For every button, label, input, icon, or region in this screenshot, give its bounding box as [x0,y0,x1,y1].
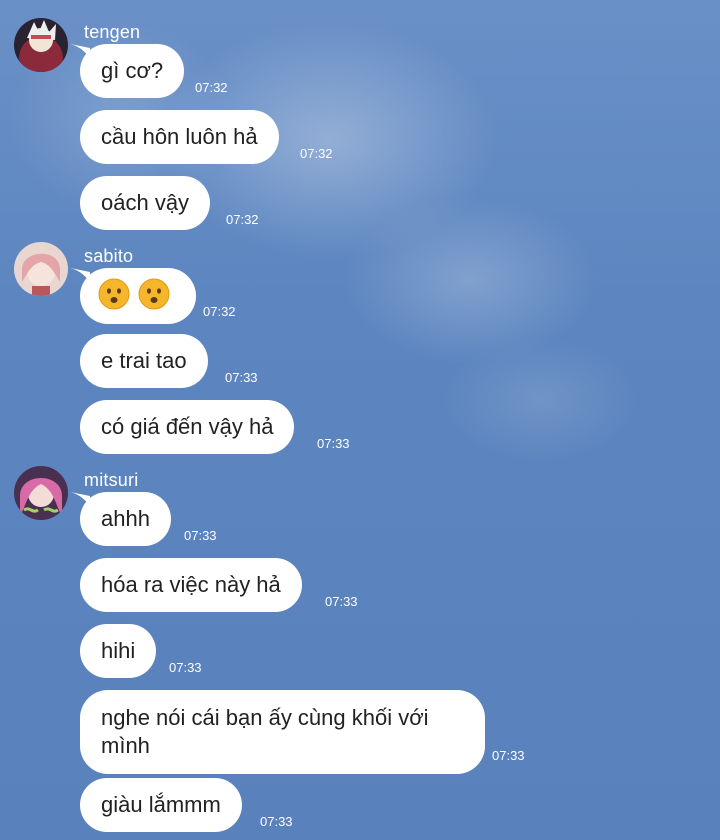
sender-name: mitsuri [84,470,139,490]
message-time: 07:33 [492,748,525,763]
message-bubble[interactable]: ahhh [80,492,171,546]
message-bubble[interactable]: e trai tao [80,334,208,388]
message-bubble[interactable]: oách vậy [80,176,211,230]
message-time: 07:33 [325,594,358,609]
message-bubble[interactable]: có giá đến vậy hả [80,400,295,454]
emoji-message-bubble[interactable] [80,268,196,324]
message-bubble[interactable]: giàu lắmmm [80,778,242,832]
avatar-mitsuri[interactable] [14,466,68,520]
avatar-sabito[interactable] [14,242,68,296]
message-time: 07:32 [195,80,228,95]
message-bubble[interactable]: hihi [80,624,157,678]
sender-name: sabito [84,246,134,266]
frowning-face-emoji [138,278,170,310]
message-bubble[interactable]: cầu hôn luôn hả [80,110,279,164]
message-bubble[interactable]: nghe nói cái bạn ấy cùng khối với mình [80,690,485,774]
message-bubble[interactable]: gì cơ? [80,44,185,98]
message-time: 07:33 [169,660,202,675]
avatar-tengen[interactable] [14,18,68,72]
message-time: 07:32 [203,304,236,319]
frowning-face-emoji [98,278,130,310]
message-time: 07:33 [225,370,258,385]
message-time: 07:32 [300,146,333,161]
message-time: 07:33 [184,528,217,543]
sender-name: tengen [84,22,141,42]
message-bubble[interactable]: hóa ra việc này hả [80,558,302,612]
message-time: 07:33 [317,436,350,451]
message-time: 07:32 [226,212,259,227]
message-time: 07:33 [260,814,293,829]
